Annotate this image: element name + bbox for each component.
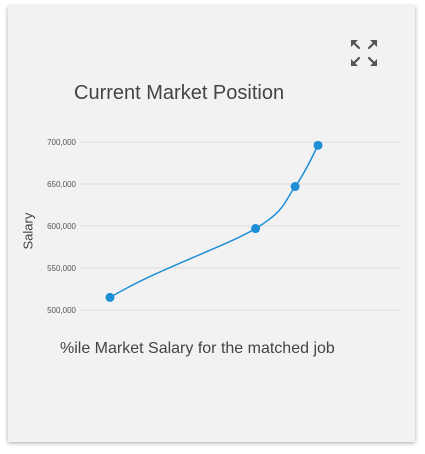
data-point[interactable] (105, 292, 115, 302)
line-chart: 500,000 550,000 600,000 650,000 700,000 (47, 138, 401, 315)
data-point[interactable] (251, 224, 261, 234)
chart-card: Current Market Position Salary %ile Mark… (8, 6, 415, 442)
data-point[interactable] (290, 182, 300, 192)
y-tick-label: 650,000 (47, 180, 76, 189)
data-point[interactable] (313, 140, 323, 150)
y-tick-label: 500,000 (47, 306, 76, 315)
y-tick-label: 600,000 (47, 222, 76, 231)
y-tick-label: 700,000 (47, 138, 76, 147)
series-line (109, 144, 319, 299)
y-tick-label: 550,000 (47, 264, 76, 273)
